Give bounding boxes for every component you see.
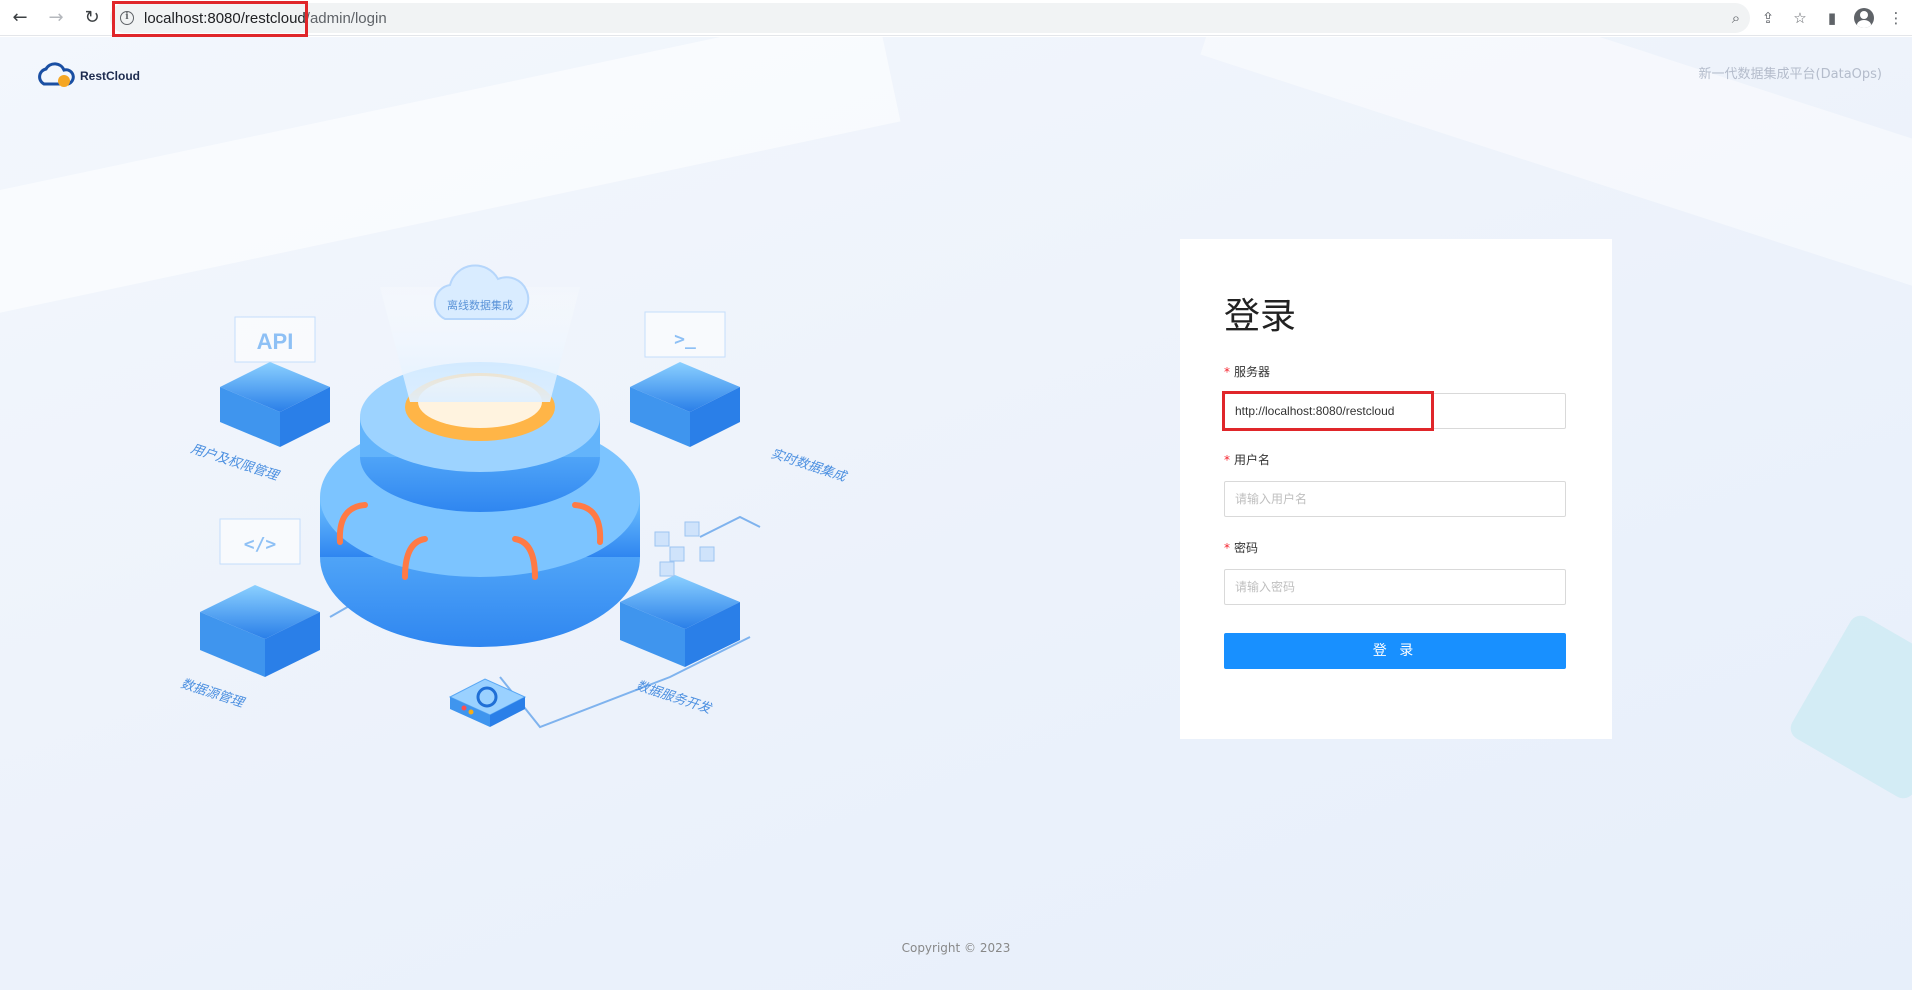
highlight-box-server [1222,391,1434,431]
back-icon[interactable]: ← [4,2,36,34]
code-label: </> [244,534,277,555]
node-user-permission: API 用户及权限管理 [189,316,330,485]
cloud-logo-icon [38,62,75,87]
server-label-text: 服务器 [1234,365,1271,379]
forward-icon[interactable]: → [40,2,72,34]
login-button[interactable]: 登 录 [1224,633,1566,669]
node-datasource-management: </> 数据源管理 [180,518,320,712]
menu-icon[interactable]: ⋮ [1880,2,1912,34]
avatar-icon [1854,8,1874,28]
copyright-text: Copyright © 2023 [901,941,1011,955]
required-mark: * [1224,541,1230,555]
node-label-user-permission: 用户及权限管理 [189,442,282,485]
username-label-text: 用户名 [1234,453,1271,467]
platform-slogan: 新一代数据集成平台(DataOps) [1698,67,1882,82]
share-icon[interactable]: ⇪ [1752,2,1784,34]
address-bar[interactable]: i localhost:8080/restcloud/admin/login [110,3,1750,33]
brand-logo: RestCloud [34,62,140,90]
cli-label: >_ [674,329,696,350]
node-realtime-integration: >_ 实时数据集成 [630,311,850,486]
side-panel-icon[interactable]: ▮ [1816,2,1848,34]
password-label: * 密码 [1224,539,1258,556]
required-mark: * [1224,453,1230,467]
password-input[interactable]: 请输入密码 [1224,569,1566,605]
node-label-data-service: 数据服务开发 [634,679,715,718]
zoom-icon[interactable]: ⌕ [1720,2,1752,34]
server-label: * 服务器 [1224,363,1270,380]
username-label: * 用户名 [1224,451,1270,468]
star-icon[interactable]: ☆ [1784,2,1816,34]
login-page: RestCloud 新一代数据集成平台(DataOps) 离线数据集成 API … [0,37,1912,990]
api-label: API [257,329,294,354]
logo-text: RestCloud [80,69,140,83]
hero-illustration: 离线数据集成 API 用户及权限管理 >_ 实时数据集成 </> 数据源管理 数… [180,264,850,729]
background-decoration [1786,611,1912,803]
url-path: /admin/login [305,9,387,27]
highlight-box-url [112,1,308,37]
required-mark: * [1224,365,1230,379]
login-title: 登录 [1224,296,1297,337]
sync-node [448,678,527,727]
login-card: 登录 * 服务器 http://localhost:8080/restcloud … [1180,239,1612,739]
password-label-text: 密码 [1234,541,1259,555]
center-cloud-label: 离线数据集成 [447,298,513,312]
node-label-datasource-management: 数据源管理 [180,677,247,712]
profile-button[interactable] [1848,2,1880,34]
node-label-realtime-integration: 实时数据集成 [769,446,850,486]
reload-icon[interactable]: ↻ [76,2,108,34]
center-cloud: 离线数据集成 [433,264,530,320]
username-input[interactable]: 请输入用户名 [1224,481,1566,517]
